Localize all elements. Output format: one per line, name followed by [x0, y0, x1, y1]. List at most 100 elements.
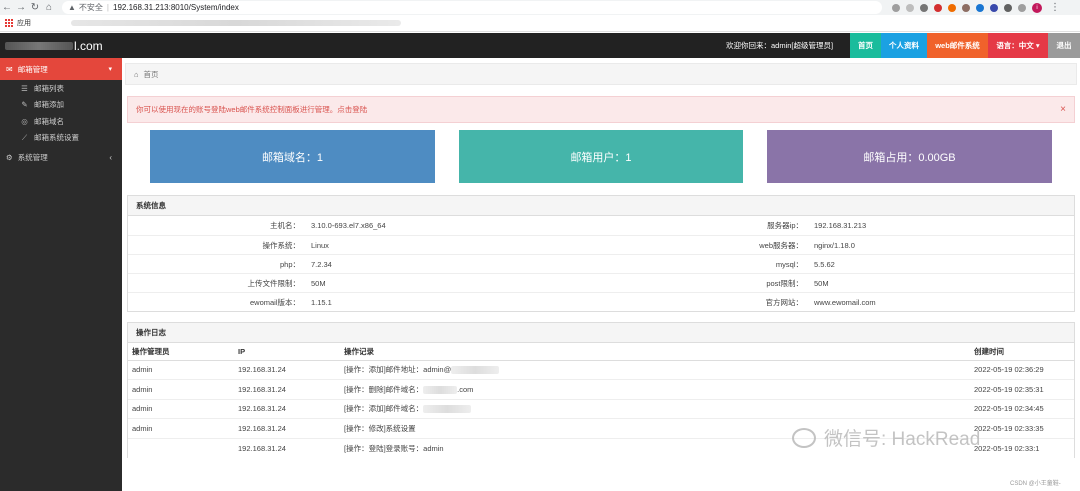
cell-time: 2022-05-19 02:33:35	[970, 418, 1074, 438]
panel-title: 操作日志	[128, 323, 1074, 343]
extension-bottle-icon[interactable]	[962, 3, 970, 12]
cell-record: [操作：添加]邮件域名：	[340, 398, 970, 419]
app-header: l.com 欢迎你回来：admin[超级管理员] 首页 个人资料 web邮件系统…	[0, 33, 1080, 58]
stat-domains: 邮箱域名：1	[150, 130, 435, 183]
star-icon[interactable]	[906, 3, 914, 12]
info-key: php：	[279, 259, 300, 269]
url-text: 192.168.31.213:8010/System/index	[113, 3, 239, 12]
extension-circle-icon[interactable]	[920, 3, 928, 12]
cell-admin	[128, 437, 234, 458]
sidebar: ✉ 邮箱管理 ▾ ☰ 邮箱列表 ✎ 邮箱添加 ◎ 邮箱域名 ⟋ 邮箱系统设置 ⚙…	[0, 58, 122, 491]
info-value: 5.5.62	[814, 259, 835, 269]
stat-users: 邮箱用户：1	[459, 130, 743, 183]
panel-title: 系统信息	[128, 196, 1074, 216]
home-browser-icon[interactable]: ⌂	[42, 0, 56, 15]
logo-redacted	[5, 41, 73, 50]
apps-label[interactable]: 应用	[17, 18, 31, 28]
profile-avatar[interactable]: i	[1032, 2, 1042, 13]
close-icon[interactable]: ×	[1060, 104, 1066, 115]
bookmarks-bar: 应用	[0, 15, 1080, 32]
back-icon[interactable]: ←	[0, 0, 14, 15]
info-row: 主机名： 3.10.0-693.el7.x86_64 服务器ip： 192.16…	[128, 216, 1074, 235]
table-header-row: 操作管理员 IP 操作记录 创建时间	[128, 343, 1074, 361]
col-header: IP	[234, 343, 340, 361]
info-key: 服务器ip：	[767, 221, 803, 230]
col-header: 操作管理员	[128, 343, 234, 361]
address-bar[interactable]: ▲ 不安全 | 192.168.31.213:8010/System/index	[62, 1, 882, 14]
info-key: 官方网站：	[765, 297, 804, 307]
home-button[interactable]: 首页	[850, 33, 881, 58]
webmail-button[interactable]: web邮件系统	[927, 33, 988, 58]
system-info-rows: 主机名： 3.10.0-693.el7.x86_64 服务器ip： 192.16…	[128, 216, 1074, 311]
extension-x-icon[interactable]	[934, 3, 942, 12]
cell-record: [操作：添加]邮件地址：admin@	[340, 359, 970, 380]
bookmarks-redacted	[71, 20, 401, 26]
info-key: 主机名：	[270, 221, 300, 230]
cell-ip: 192.168.31.24	[234, 418, 340, 438]
record-text: [操作：删除]邮件域名：	[344, 384, 424, 394]
cell-ip: 192.168.31.24	[234, 398, 340, 419]
info-key: web服务器：	[759, 240, 803, 250]
sidebar-item-label: 系统管理	[17, 152, 48, 162]
site-logo[interactable]: l.com	[5, 33, 103, 58]
info-value[interactable]: www.ewomail.com	[811, 293, 876, 312]
csdn-credit: CSDN @小王童鞋-	[1010, 481, 1061, 487]
table-row: admin 192.168.31.24 [操作：添加]邮件域名： 2022-05…	[128, 398, 1074, 419]
puzzle-icon[interactable]	[1004, 3, 1012, 12]
extension-blue-icon[interactable]	[976, 3, 984, 12]
info-row: ewomail版本： 1.15.1 官方网站： www.ewomail.com	[128, 292, 1074, 311]
share-icon[interactable]	[892, 3, 900, 12]
cell-time: 2022-05-19 02:33:1	[970, 437, 1074, 458]
record-suffix: .com	[457, 384, 474, 394]
reload-icon[interactable]: ↻	[28, 0, 42, 15]
sidebar-item-mail-list[interactable]: ☰ 邮箱列表	[0, 80, 122, 97]
login-alert: 你可以使用现在的账号登陆web邮件系统控制面板进行管理。点击登陆 ×	[127, 96, 1075, 123]
extension-orange-icon[interactable]	[948, 3, 956, 12]
alert-text[interactable]: 你可以使用现在的账号登陆web邮件系统控制面板进行管理。点击登陆	[136, 104, 367, 115]
sidebar-item-mail-add[interactable]: ✎ 邮箱添加	[0, 97, 122, 114]
sidebar-item-label: 邮箱列表	[34, 83, 64, 93]
cell-time: 2022-05-19 02:34:45	[970, 398, 1074, 419]
breadcrumb-home[interactable]: 首页	[144, 69, 159, 80]
language-dropdown[interactable]: 语言：中文 ▾	[988, 33, 1048, 58]
info-value: 1.15.1	[311, 297, 332, 307]
sidebar-item-system-manage[interactable]: ⚙ 系统管理 ‹	[0, 146, 122, 168]
table-row: admin 192.168.31.24 [操作：删除]邮件域名： .com 202…	[128, 379, 1074, 399]
sidebar-item-mail-settings[interactable]: ⟋ 邮箱系统设置	[0, 130, 122, 147]
forward-icon[interactable]: →	[14, 0, 28, 15]
cell-ip: 192.168.31.24	[234, 359, 340, 380]
sidebar-item-mail-domain[interactable]: ◎ 邮箱域名	[0, 113, 122, 130]
cell-time: 2022-05-19 02:35:31	[970, 379, 1074, 399]
logout-button[interactable]: 退出	[1048, 33, 1080, 58]
sidebar-item-label: 邮箱管理	[17, 64, 48, 74]
info-key: 上传文件限制：	[247, 278, 301, 288]
cell-admin: admin	[128, 398, 234, 419]
info-key: 操作系统：	[262, 240, 301, 250]
col-header: 操作记录	[340, 343, 970, 361]
wechat-watermark: 微信号: HackRead	[792, 424, 980, 451]
chevron-left-icon: ‹	[109, 152, 112, 162]
sidebar-item-mail-manage[interactable]: ✉ 邮箱管理 ▾	[0, 58, 122, 80]
chevron-down-icon: ▾	[108, 66, 112, 73]
sidepanel-icon[interactable]	[1018, 3, 1026, 12]
cell-admin: admin	[128, 359, 234, 380]
extension-bar: i ⋮	[892, 0, 1062, 15]
info-key: ewomail版本：	[249, 297, 300, 307]
record-text: [操作：添加]邮件地址：admin@	[344, 365, 452, 375]
more-menu-icon[interactable]: ⋮	[1048, 0, 1062, 15]
extension-indigo-icon[interactable]	[990, 3, 998, 12]
welcome-text: 欢迎你回来：admin[超级管理员]	[726, 41, 834, 50]
info-value: 192.168.31.213	[814, 221, 867, 230]
cell-admin: admin	[128, 379, 234, 399]
record-text: [操作：添加]邮件域名：	[344, 404, 424, 414]
info-row: 操作系统： Linux web服务器： nginx/1.18.0	[128, 235, 1074, 254]
url-separator: |	[106, 3, 109, 12]
apps-icon[interactable]	[5, 19, 13, 27]
profile-button[interactable]: 个人资料	[881, 33, 927, 58]
home-icon: ⌂	[134, 69, 139, 79]
logo-text: l.com	[74, 38, 103, 53]
watermark-text: 微信号: HackRead	[824, 429, 981, 450]
info-value: nginx/1.18.0	[814, 240, 855, 250]
breadcrumb: ⌂ 首页	[125, 63, 1077, 85]
wrench-icon: ⟋	[21, 132, 28, 142]
